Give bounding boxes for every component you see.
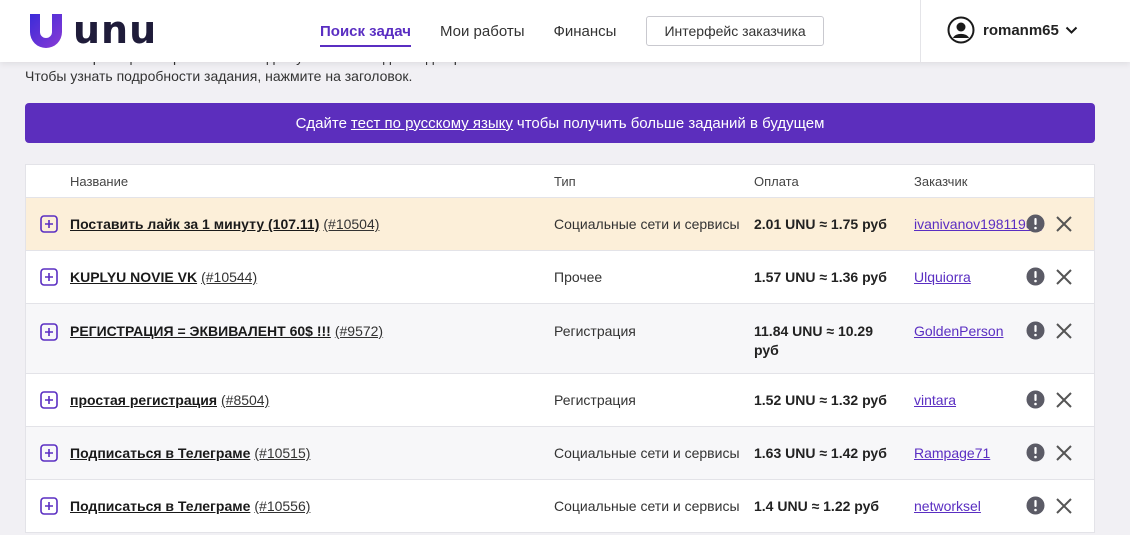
task-type: Социальные сети и сервисы [554, 216, 740, 232]
expand-plus-icon[interactable] [40, 497, 58, 515]
table-row: РЕГИСТРАЦИЯ = ЭКВИВАЛЕНТ 60$ !!! (#9572) … [26, 303, 1094, 373]
task-title-cell: простая регистрация (#8504) [70, 391, 269, 410]
task-id[interactable]: (#10544) [201, 269, 257, 285]
table-row: Подписаться в Телеграме (#10556) Социальн… [26, 479, 1094, 532]
expand-plus-icon[interactable] [40, 444, 58, 462]
task-payment: 2.01 UNU ≈ 1.75 руб [754, 216, 887, 232]
test-banner: Сдайте тест по русскому языку чтобы полу… [25, 103, 1095, 143]
logo-text: unu [73, 8, 158, 52]
task-title-cell: Подписаться в Телеграме (#10556) [70, 497, 310, 516]
intro-line-2: Чтобы узнать подробности задания, нажмит… [25, 68, 413, 84]
banner-text-after: чтобы получить больше заданий в будущем [516, 114, 825, 132]
task-title-link[interactable]: Подписаться в Телеграме [70, 445, 250, 461]
task-payment: 1.4 UNU ≈ 1.22 руб [754, 498, 880, 514]
task-id[interactable]: (#10515) [254, 445, 310, 461]
close-icon[interactable] [1055, 215, 1073, 233]
report-warning-icon[interactable] [1026, 496, 1045, 515]
user-avatar-icon [947, 16, 975, 44]
close-icon[interactable] [1055, 497, 1073, 515]
column-header-name: Название [70, 174, 129, 189]
task-payment: 1.57 UNU ≈ 1.36 руб [754, 269, 887, 285]
task-title-link[interactable]: Поставить лайк за 1 минуту (107.11) [70, 216, 319, 232]
report-warning-icon[interactable] [1026, 267, 1045, 286]
header-divider [920, 0, 921, 62]
report-warning-icon[interactable] [1026, 214, 1045, 233]
user-menu[interactable]: romanm65 [947, 16, 1078, 44]
row-actions [1026, 496, 1073, 515]
table-row: Поставить лайк за 1 минуту (107.11) (#105… [26, 197, 1094, 250]
table-row: простая регистрация (#8504) Регистрация 1… [26, 373, 1094, 426]
report-warning-icon[interactable] [1026, 390, 1045, 409]
row-actions [1026, 443, 1073, 462]
nav-task-search[interactable]: Поиск задач [320, 0, 411, 62]
task-payment: 1.52 UNU ≈ 1.32 руб [754, 392, 887, 408]
close-icon[interactable] [1055, 268, 1073, 286]
expand-plus-icon[interactable] [40, 268, 58, 286]
russian-test-link[interactable]: тест по русскому языку [351, 115, 513, 132]
task-type: Прочее [554, 269, 603, 285]
task-id[interactable]: (#9572) [335, 323, 383, 339]
row-actions [1026, 267, 1073, 286]
task-title-link[interactable]: простая регистрация [70, 392, 217, 408]
table-header: Название Тип Оплата Заказчик [26, 165, 1094, 197]
row-actions [1026, 214, 1073, 233]
expand-plus-icon[interactable] [40, 215, 58, 233]
task-payment: 11.84 UNU ≈ 10.29 руб [754, 323, 873, 358]
task-title-cell: Подписаться в Телеграме (#10515) [70, 444, 310, 463]
task-id[interactable]: (#10504) [323, 216, 379, 232]
task-title-cell: KUPLYU NOVIE VK (#10544) [70, 268, 257, 287]
task-type: Социальные сети и сервисы [554, 498, 740, 514]
task-type: Регистрация [554, 392, 636, 408]
username: romanm65 [983, 21, 1059, 39]
task-type: Социальные сети и сервисы [554, 445, 740, 461]
banner-text-before: Сдайте [295, 114, 347, 132]
chevron-down-icon [1065, 26, 1078, 34]
client-interface-button[interactable]: Интерфейс заказчика [646, 16, 824, 46]
report-warning-icon[interactable] [1026, 321, 1045, 340]
task-title-link[interactable]: KUPLYU NOVIE VK [70, 269, 197, 285]
tasks-table: Название Тип Оплата Заказчик Поставить л… [25, 164, 1095, 533]
expand-plus-icon[interactable] [40, 391, 58, 409]
task-title-cell: Поставить лайк за 1 минуту (107.11) (#105… [70, 215, 379, 234]
close-icon[interactable] [1055, 391, 1073, 409]
main-nav: Поиск задач Мои работы Финансы Интерфейс… [320, 0, 824, 62]
close-icon[interactable] [1055, 322, 1073, 340]
logo[interactable]: unu [28, 11, 157, 49]
row-actions [1026, 390, 1073, 409]
table-row: KUPLYU NOVIE VK (#10544) Прочее 1.57 UNU … [26, 250, 1094, 303]
column-header-payment: Оплата [754, 174, 799, 189]
expand-plus-icon[interactable] [40, 323, 58, 341]
task-type: Регистрация [554, 323, 636, 339]
task-title-link[interactable]: Подписаться в Телеграме [70, 498, 250, 514]
row-actions [1026, 321, 1073, 340]
task-id[interactable]: (#10556) [254, 498, 310, 514]
nav-my-works[interactable]: Мои работы [440, 0, 525, 62]
column-header-customer: Заказчик [914, 174, 968, 189]
logo-mark-icon [30, 14, 62, 48]
task-title-link[interactable]: РЕГИСТРАЦИЯ = ЭКВИВАЛЕНТ 60$ !!! [70, 323, 331, 339]
column-header-type: Тип [554, 174, 576, 189]
top-header: unu Поиск задач Мои работы Финансы Интер… [0, 0, 1130, 62]
close-icon[interactable] [1055, 444, 1073, 462]
table-row: Подписаться в Телеграме (#10515) Социальн… [26, 426, 1094, 479]
nav-finances[interactable]: Финансы [553, 0, 616, 62]
report-warning-icon[interactable] [1026, 443, 1045, 462]
task-payment: 1.63 UNU ≈ 1.42 руб [754, 445, 887, 461]
task-id[interactable]: (#8504) [221, 392, 269, 408]
task-title-cell: РЕГИСТРАЦИЯ = ЭКВИВАЛЕНТ 60$ !!! (#9572) [70, 322, 383, 341]
